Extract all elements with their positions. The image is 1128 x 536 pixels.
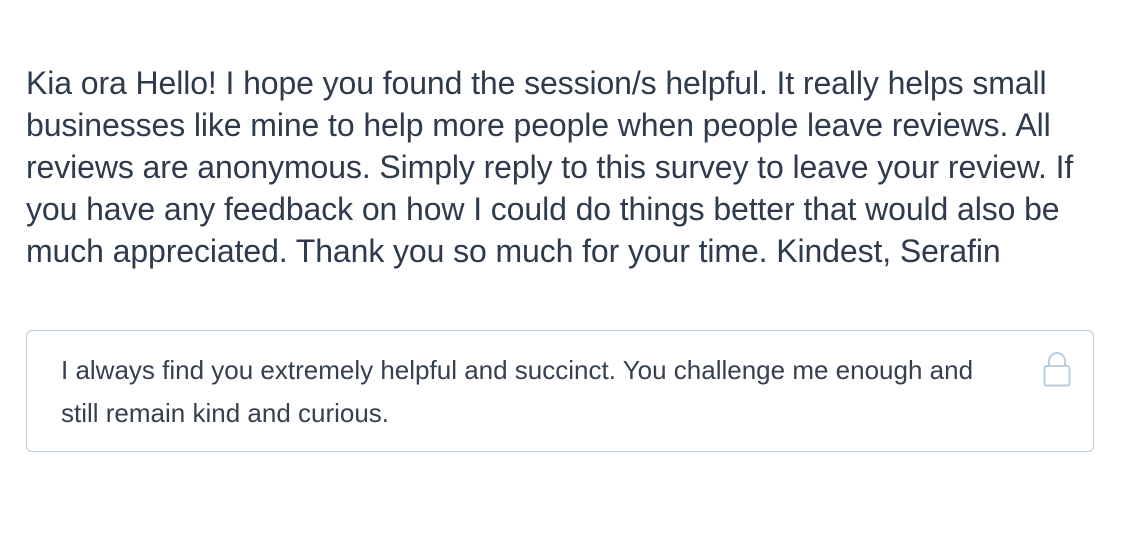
answer-text: I always find you extremely helpful and …	[61, 355, 974, 428]
question-text: Kia ora Hello! I hope you found the sess…	[26, 65, 1074, 269]
lock-icon	[1043, 351, 1071, 387]
answer-response-box: I always find you extremely helpful and …	[26, 330, 1094, 452]
